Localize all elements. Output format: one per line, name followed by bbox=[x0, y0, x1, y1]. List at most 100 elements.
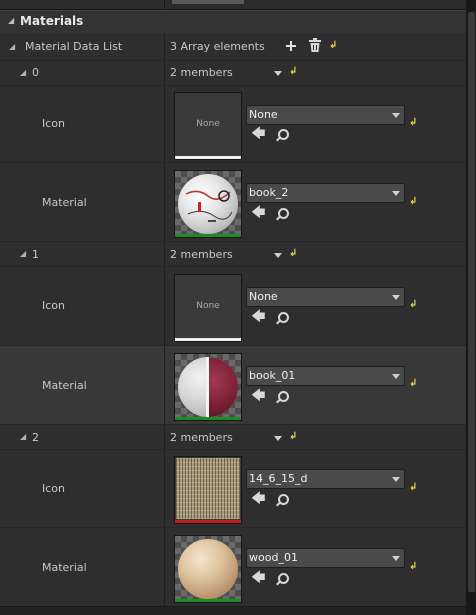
asset-type-underline bbox=[175, 156, 241, 159]
asset-picker-combo[interactable]: 14_6_15_d bbox=[246, 469, 405, 489]
previous-value-bar bbox=[172, 0, 244, 4]
column-divider bbox=[164, 163, 165, 241]
asset-thumbnail[interactable] bbox=[174, 456, 242, 524]
asset-name: wood_01 bbox=[249, 551, 298, 564]
chevron-down-icon bbox=[392, 477, 400, 482]
asset-thumbnail[interactable] bbox=[174, 170, 242, 238]
material-preview-sphere bbox=[178, 539, 238, 599]
chevron-down-icon[interactable] bbox=[274, 253, 282, 258]
property-label: Icon bbox=[42, 117, 65, 130]
icon-property-row: Icon None None 🡄 ↲ bbox=[0, 267, 466, 346]
arrow-left-icon[interactable]: 🡄 bbox=[251, 492, 265, 506]
expanded-triangle-icon[interactable]: ◢ bbox=[8, 16, 14, 25]
asset-name: None bbox=[249, 290, 278, 303]
asset-thumbnail[interactable] bbox=[174, 353, 242, 421]
column-divider bbox=[164, 346, 165, 424]
reset-to-default-icon[interactable]: ↲ bbox=[409, 197, 417, 207]
book-pattern-graphic bbox=[185, 190, 233, 222]
reset-to-default-icon[interactable]: ↲ bbox=[289, 432, 297, 442]
thumbnail-none-text: None bbox=[196, 301, 220, 311]
material-property-row: Material wood_01 🡄 ↲ bbox=[0, 528, 466, 607]
reset-to-default-icon[interactable]: ↲ bbox=[289, 249, 297, 259]
expanded-triangle-icon[interactable]: ◢ bbox=[20, 249, 26, 258]
arrow-left-icon[interactable]: 🡄 bbox=[251, 389, 265, 403]
column-divider bbox=[164, 267, 165, 345]
asset-name: 14_6_15_d bbox=[249, 472, 308, 485]
asset-picker-combo[interactable]: wood_01 bbox=[246, 548, 405, 568]
asset-thumbnail[interactable]: None bbox=[174, 274, 242, 342]
trash-icon[interactable] bbox=[309, 38, 321, 55]
material-data-list-row: ◢ Material Data List 3 Array elements ↲ bbox=[0, 33, 466, 61]
material-preview-sphere bbox=[178, 357, 238, 417]
property-label: Icon bbox=[42, 482, 65, 495]
search-icon[interactable] bbox=[276, 573, 289, 586]
plus-icon[interactable] bbox=[286, 41, 296, 51]
icon-property-row: Icon None None 🡄 ↲ bbox=[0, 86, 466, 163]
search-icon[interactable] bbox=[276, 129, 289, 142]
search-icon[interactable] bbox=[276, 391, 289, 404]
book-spine-line bbox=[206, 357, 209, 417]
column-divider bbox=[164, 61, 165, 85]
expanded-triangle-icon[interactable]: ◢ bbox=[9, 42, 15, 51]
array-summary: 3 Array elements bbox=[170, 40, 265, 53]
chevron-down-icon bbox=[392, 556, 400, 561]
expanded-triangle-icon[interactable]: ◢ bbox=[20, 68, 26, 77]
asset-picker-combo[interactable]: None bbox=[246, 105, 405, 125]
reset-to-default-icon[interactable]: ↲ bbox=[409, 118, 417, 128]
asset-picker-combo[interactable]: book_2 bbox=[246, 183, 405, 203]
search-icon[interactable] bbox=[276, 208, 289, 221]
column-divider bbox=[164, 86, 165, 162]
expanded-triangle-icon[interactable]: ◢ bbox=[20, 432, 26, 441]
arrow-left-icon[interactable]: 🡄 bbox=[251, 127, 265, 141]
scrollbar-track[interactable] bbox=[466, 0, 476, 614]
search-icon[interactable] bbox=[276, 312, 289, 325]
members-summary: 2 members bbox=[170, 431, 233, 444]
book-cover-band bbox=[208, 357, 238, 417]
texture-preview bbox=[176, 458, 240, 519]
arrow-left-icon[interactable]: 🡄 bbox=[251, 310, 265, 324]
column-divider bbox=[164, 0, 165, 9]
asset-type-underline bbox=[175, 520, 241, 523]
element-index: 0 bbox=[32, 66, 39, 79]
asset-type-underline bbox=[175, 417, 241, 420]
array-element-row: ◢ 0 2 members ↲ bbox=[0, 61, 466, 86]
asset-picker-combo[interactable]: None bbox=[246, 287, 405, 307]
category-header-materials[interactable]: ◢ Materials bbox=[0, 10, 466, 34]
reset-to-default-icon[interactable]: ↲ bbox=[409, 379, 417, 389]
asset-picker-combo[interactable]: book_01 bbox=[246, 366, 405, 386]
array-element-row: ◢ 1 2 members ↲ bbox=[0, 242, 466, 267]
column-divider bbox=[164, 242, 165, 266]
asset-type-underline bbox=[175, 234, 241, 237]
chevron-down-icon[interactable] bbox=[274, 71, 282, 76]
icon-property-row: Icon 14_6_15_d 🡄 ↲ bbox=[0, 450, 466, 528]
property-label: Icon bbox=[42, 299, 65, 312]
arrow-left-icon[interactable]: 🡄 bbox=[251, 571, 265, 585]
property-label: Material Data List bbox=[25, 40, 123, 53]
material-property-row: Material book_2 🡄 ↲ bbox=[0, 163, 466, 242]
asset-type-underline bbox=[175, 599, 241, 602]
arrow-left-icon[interactable]: 🡄 bbox=[251, 206, 265, 220]
chevron-down-icon bbox=[392, 191, 400, 196]
search-icon[interactable] bbox=[276, 494, 289, 507]
details-panel: ◢ Materials ◢ Material Data List 3 Array… bbox=[0, 0, 466, 615]
chevron-down-icon[interactable] bbox=[274, 436, 282, 441]
material-preview-sphere bbox=[178, 174, 238, 234]
reset-to-default-icon[interactable]: ↲ bbox=[409, 300, 417, 310]
reset-to-default-icon[interactable]: ↲ bbox=[329, 41, 337, 51]
column-divider bbox=[164, 528, 165, 606]
reset-to-default-icon[interactable]: ↲ bbox=[409, 483, 417, 493]
asset-name: None bbox=[249, 108, 278, 121]
asset-name: book_01 bbox=[249, 369, 296, 382]
chevron-down-icon bbox=[392, 295, 400, 300]
element-index: 2 bbox=[32, 431, 39, 444]
asset-thumbnail[interactable]: None bbox=[174, 92, 242, 160]
previous-row-strip bbox=[0, 0, 466, 10]
material-property-row: Material book_01 🡄 ↲ bbox=[0, 346, 466, 425]
scrollbar-thumb[interactable] bbox=[468, 12, 475, 592]
members-summary: 2 members bbox=[170, 66, 233, 79]
reset-to-default-icon[interactable]: ↲ bbox=[289, 67, 297, 77]
reset-to-default-icon[interactable]: ↲ bbox=[409, 562, 417, 572]
column-divider bbox=[164, 425, 165, 449]
asset-thumbnail[interactable] bbox=[174, 535, 242, 603]
property-label: Material bbox=[42, 379, 87, 392]
